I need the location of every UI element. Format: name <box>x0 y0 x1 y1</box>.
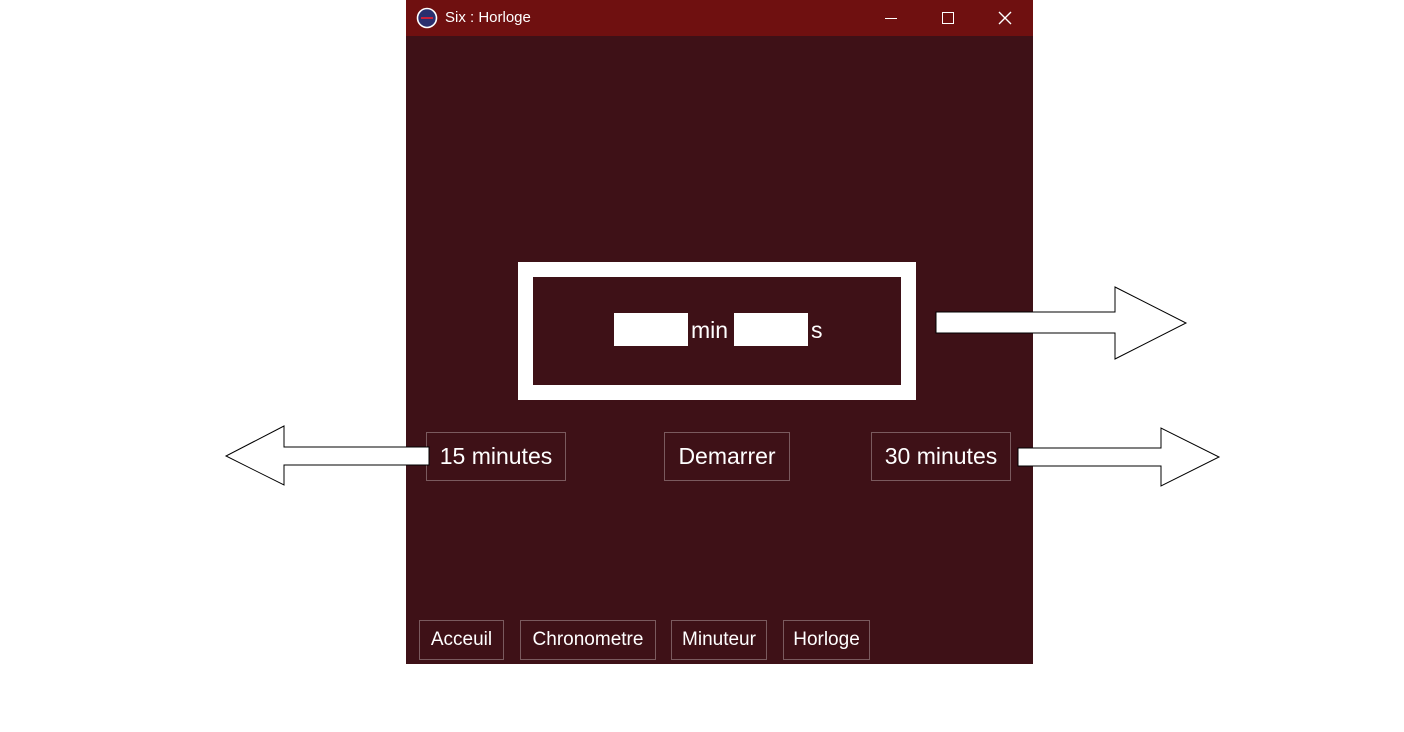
page: Six : Horloge min s 15 minutes Demarrer … <box>0 0 1404 732</box>
preset-30-minutes-button[interactable]: 30 minutes <box>871 432 1011 481</box>
timer-panel: min s <box>533 277 901 385</box>
minimize-icon <box>885 18 897 19</box>
nav-accueil-button[interactable]: Acceuil <box>419 620 504 660</box>
seconds-unit-label: s <box>811 317 823 343</box>
seconds-input[interactable] <box>734 313 808 346</box>
window-title: Six : Horloge <box>445 9 531 26</box>
minimize-button[interactable] <box>868 0 914 36</box>
arrow-icon-30-right <box>1017 427 1221 487</box>
nav-chronometre-button[interactable]: Chronometre <box>520 620 656 660</box>
nav-horloge-button[interactable]: Horloge <box>783 620 870 660</box>
preset-15-minutes-button[interactable]: 15 minutes <box>426 432 566 481</box>
start-button[interactable]: Demarrer <box>664 432 790 481</box>
app-icon <box>416 7 438 29</box>
close-button[interactable] <box>982 0 1028 36</box>
close-icon <box>998 11 1012 25</box>
maximize-icon <box>942 12 954 24</box>
arrow-icon-timer-right <box>935 286 1188 360</box>
arrow-icon-15-left <box>224 425 430 486</box>
nav-minuteur-button[interactable]: Minuteur <box>671 620 767 660</box>
timer-frame: min s <box>518 262 916 400</box>
title-bar[interactable]: Six : Horloge <box>406 0 1033 36</box>
minutes-unit-label: min <box>691 317 729 343</box>
maximize-button[interactable] <box>925 0 971 36</box>
minutes-input[interactable] <box>614 313 688 346</box>
